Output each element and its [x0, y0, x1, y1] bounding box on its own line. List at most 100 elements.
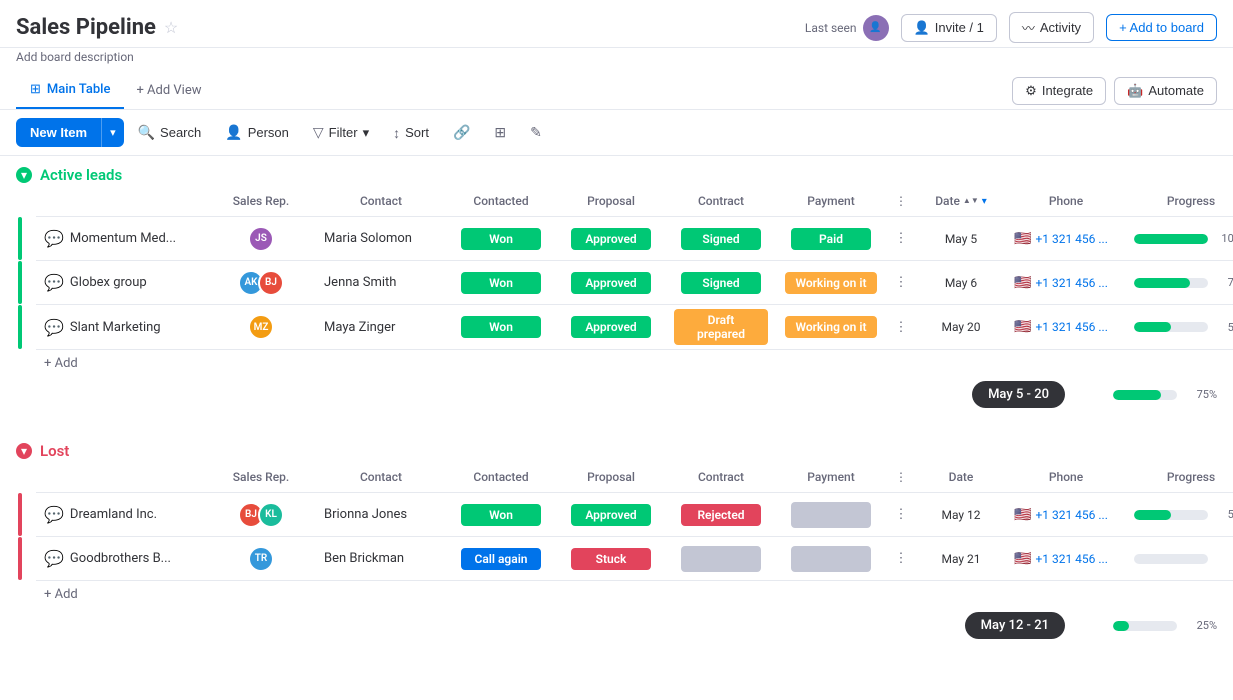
progress-bar-fill	[1134, 234, 1208, 244]
progress-pct: 0%	[1216, 552, 1233, 565]
col-header-phone: Phone	[1006, 466, 1126, 488]
status-badge-contacted[interactable]: Call again	[461, 548, 541, 570]
cell-dots[interactable]: ⋮	[886, 503, 916, 526]
row-indicator	[18, 217, 22, 260]
col-header-contact: Contact	[316, 190, 446, 212]
status-badge-proposal[interactable]: Approved	[571, 504, 651, 526]
cell-dots[interactable]: ⋮	[886, 547, 916, 570]
group-toggle-lost[interactable]: ▾	[16, 443, 32, 459]
person-button[interactable]: 👤 Person	[215, 118, 299, 147]
col-header-date: Date	[916, 466, 1006, 488]
avatar: KL	[258, 502, 284, 528]
status-badge-payment[interactable]: Working on it	[785, 316, 876, 338]
automate-button[interactable]: 🤖 Automate	[1114, 77, 1217, 105]
group-lost: ▾ Lost Sales Rep. Contact Contacted Prop…	[16, 432, 1233, 647]
table-row: 💬 Slant Marketing MZ Maya Zinger Won App…	[36, 305, 1233, 350]
table-area: ▾ Active leads Sales Rep. Contact Contac…	[0, 156, 1233, 663]
status-badge-proposal[interactable]: Approved	[571, 316, 651, 338]
phone-text[interactable]: +1 321 456 ...	[1035, 232, 1107, 246]
cell-dots[interactable]: ⋮	[886, 271, 916, 294]
col-header-phone: Phone	[1006, 190, 1126, 212]
summary-progress-bar-lost	[1113, 621, 1177, 631]
phone-text[interactable]: +1 321 456 ...	[1035, 320, 1107, 334]
comment-icon[interactable]: 💬	[44, 549, 64, 568]
col-header-contract: Contract	[666, 190, 776, 212]
comment-icon[interactable]: 💬	[44, 273, 64, 292]
invite-button[interactable]: 👤 Invite / 1	[901, 14, 997, 42]
cell-salesrep: BJ KL	[206, 498, 316, 532]
status-badge-contacted[interactable]: Won	[461, 316, 541, 338]
search-button[interactable]: 🔍 Search	[128, 118, 212, 147]
col-header-name	[36, 197, 206, 205]
filter-button[interactable]: ▽ Filter ▾	[303, 118, 379, 147]
more-icon-button[interactable]: ✎	[520, 118, 552, 147]
table-icon: ⊞	[30, 82, 41, 97]
status-badge-payment[interactable]: Paid	[791, 228, 871, 250]
flag-icon: 🇺🇸	[1014, 551, 1031, 567]
avatar: TR	[248, 546, 274, 572]
status-badge-proposal[interactable]: Approved	[571, 272, 651, 294]
tab-main-table[interactable]: ⊞ Main Table	[16, 72, 124, 109]
table-row: 💬 Globex group AK BJ Jenna Smith Won App…	[36, 261, 1233, 305]
status-badge-proposal[interactable]: Stuck	[571, 548, 651, 570]
star-icon[interactable]: ☆	[164, 18, 178, 37]
status-badge-contacted[interactable]: Won	[461, 228, 541, 250]
embed-icon-button[interactable]: ⊞	[484, 118, 516, 147]
integrate-button[interactable]: ⚙ Integrate	[1012, 77, 1106, 105]
cell-payment	[776, 498, 886, 532]
status-badge-contract[interactable]: Rejected	[681, 504, 761, 526]
status-badge-contacted[interactable]: Won	[461, 504, 541, 526]
link-icon-button[interactable]: 🔗	[443, 118, 480, 147]
new-item-button-group[interactable]: New Item ▾	[16, 118, 124, 147]
phone-text[interactable]: +1 321 456 ...	[1035, 552, 1107, 566]
status-badge-contacted[interactable]: Won	[461, 272, 541, 294]
comment-icon[interactable]: 💬	[44, 229, 64, 248]
add-row-active[interactable]: + Add	[16, 350, 1233, 377]
phone-text[interactable]: +1 321 456 ...	[1035, 508, 1107, 522]
new-item-caret[interactable]: ▾	[101, 118, 124, 147]
summary-lost: May 12 - 21 25%	[16, 608, 1233, 647]
status-badge-contract[interactable]: Signed	[681, 228, 761, 250]
col-header-date[interactable]: Date ▲▼ ▾	[916, 190, 1006, 212]
cell-row-name: 💬 Goodbrothers B...	[36, 545, 206, 572]
cell-phone: 🇺🇸 +1 321 456 ...	[1006, 315, 1126, 339]
flag-icon: 🇺🇸	[1014, 231, 1031, 247]
cell-dots[interactable]: ⋮	[886, 227, 916, 250]
sort-button[interactable]: ↕ Sort	[383, 119, 439, 147]
activity-button[interactable]: 〰 Activity	[1009, 12, 1094, 43]
avatar: MZ	[248, 314, 274, 340]
col-header-dots: ⋮	[886, 466, 916, 488]
status-badge-proposal[interactable]: Approved	[571, 228, 651, 250]
cell-contact: Maya Zinger	[316, 316, 446, 339]
col-header-name	[36, 473, 206, 481]
cell-payment	[776, 542, 886, 576]
progress-pct: 75%	[1216, 276, 1233, 289]
summary-active: May 5 - 20 75%	[16, 377, 1233, 416]
status-badge-contract[interactable]: Draft prepared	[674, 309, 768, 345]
col-header-contacted: Contacted	[446, 190, 556, 212]
new-item-button[interactable]: New Item	[16, 118, 101, 147]
board-description[interactable]: Add board description	[0, 48, 1233, 72]
cell-date: May 12	[916, 504, 1006, 526]
add-to-board-button[interactable]: + Add to board	[1106, 14, 1217, 41]
person-filter-icon: 👤	[225, 124, 242, 141]
cell-contract: Draft prepared	[666, 305, 776, 349]
date-col-chevron[interactable]: ▾	[982, 196, 987, 207]
cell-date: May 21	[916, 548, 1006, 570]
column-headers-lost: Sales Rep. Contact Contacted Proposal Co…	[36, 466, 1233, 493]
status-badge-payment[interactable]: Working on it	[785, 272, 876, 294]
add-view-button[interactable]: + Add View	[124, 75, 213, 106]
cell-proposal: Approved	[556, 500, 666, 530]
cell-dots[interactable]: ⋮	[886, 316, 916, 339]
status-badge-contract[interactable]: Signed	[681, 272, 761, 294]
phone-text[interactable]: +1 321 456 ...	[1035, 276, 1107, 290]
add-row-lost[interactable]: + Add	[16, 581, 1233, 608]
comment-icon[interactable]: 💬	[44, 318, 64, 337]
cell-contact: Jenna Smith	[316, 271, 446, 294]
group-header-lost: ▾ Lost	[16, 432, 1233, 466]
table-row: 💬 Goodbrothers B... TR Ben Brickman Call…	[36, 537, 1233, 581]
comment-icon[interactable]: 💬	[44, 505, 64, 524]
integrate-icon: ⚙	[1025, 83, 1037, 99]
group-toggle-active[interactable]: ▾	[16, 167, 32, 183]
progress-pct: 100%	[1216, 232, 1233, 245]
